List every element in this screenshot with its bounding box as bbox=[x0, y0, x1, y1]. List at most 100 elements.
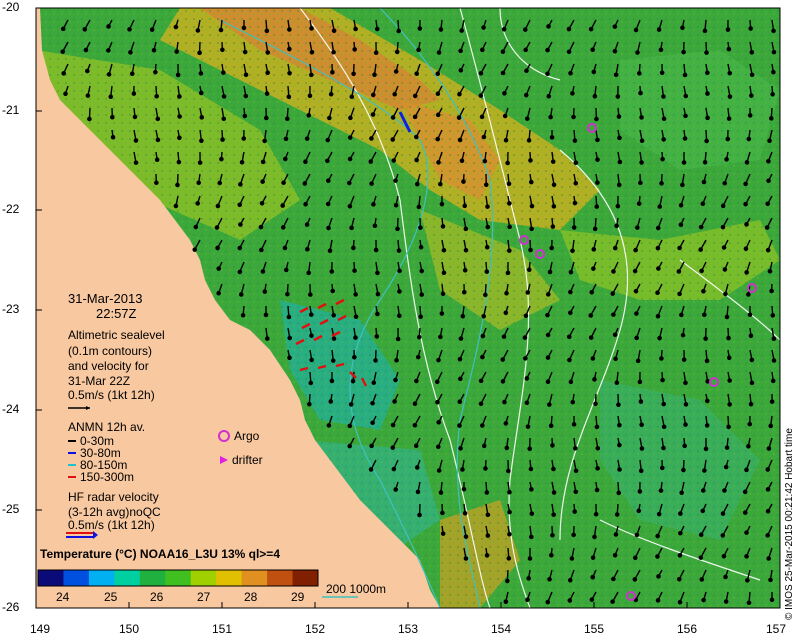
velocity-arrow-head bbox=[595, 445, 601, 451]
velocity-arrow-head bbox=[638, 468, 644, 474]
velocity-arrow-head bbox=[415, 489, 421, 495]
velocity-arrow-head bbox=[419, 292, 425, 297]
velocity-arrow-head bbox=[459, 158, 465, 164]
velocity-arrow-head bbox=[177, 94, 182, 99]
velocity-arrow-head bbox=[373, 358, 378, 363]
velocity-arrow-head bbox=[770, 313, 776, 318]
velocity-arrow-head bbox=[550, 532, 555, 538]
velocity-arrow-head bbox=[463, 226, 469, 232]
velocity-arrow-head bbox=[241, 136, 247, 141]
velocity-arrow-head bbox=[485, 224, 491, 230]
velocity-arrow-head bbox=[636, 201, 642, 206]
velocity-arrow-head bbox=[765, 508, 771, 514]
velocity-arrow-head bbox=[435, 71, 441, 77]
velocity-arrow-head bbox=[638, 399, 644, 404]
velocity-arrow-head bbox=[765, 247, 771, 253]
velocity-arrow-head bbox=[396, 28, 402, 34]
velocity-arrow-head bbox=[396, 248, 402, 253]
colorbar-tick: 29 bbox=[291, 590, 305, 604]
velocity-arrow-head bbox=[639, 422, 644, 428]
velocity-arrow-head bbox=[771, 28, 776, 34]
velocity-arrow-head bbox=[131, 91, 137, 96]
velocity-arrow-head bbox=[746, 292, 751, 297]
velocity-arrow-head bbox=[723, 574, 728, 580]
velocity-arrow-head bbox=[744, 554, 749, 559]
velocity-arrow-head bbox=[238, 292, 244, 297]
velocity-arrow-head bbox=[177, 114, 182, 119]
velocity-arrow-head bbox=[743, 181, 748, 187]
velocity-arrow-head bbox=[353, 314, 359, 320]
velocity-arrow-head bbox=[659, 70, 665, 76]
velocity-arrow-head bbox=[330, 288, 336, 294]
velocity-arrow-head bbox=[568, 310, 573, 316]
velocity-arrow-head bbox=[330, 69, 335, 75]
velocity-arrow-head bbox=[458, 336, 464, 341]
velocity-arrow-head bbox=[216, 290, 221, 296]
velocity-arrow-head bbox=[545, 599, 551, 605]
velocity-arrow-head bbox=[459, 28, 464, 33]
velocity-arrow-head bbox=[260, 179, 265, 184]
velocity-arrow-head bbox=[238, 222, 243, 227]
velocity-arrow-head bbox=[415, 354, 421, 360]
velocity-arrow-head bbox=[727, 94, 733, 99]
velocity-arrow-head bbox=[417, 512, 422, 518]
velocity-arrow-head bbox=[723, 464, 729, 470]
velocity-arrow-head bbox=[589, 597, 595, 602]
velocity-arrow-head bbox=[724, 157, 729, 162]
velocity-arrow-head bbox=[370, 420, 375, 426]
velocity-arrow-head bbox=[371, 202, 376, 207]
velocity-arrow-head bbox=[281, 180, 286, 186]
velocity-arrow-head bbox=[595, 157, 600, 162]
drifter-label: drifter bbox=[232, 453, 263, 467]
velocity-arrow-head bbox=[683, 380, 688, 386]
velocity-arrow-head bbox=[370, 112, 376, 117]
velocity-arrow-head bbox=[595, 180, 600, 185]
velocity-arrow-head bbox=[193, 224, 199, 230]
velocity-arrow-head bbox=[221, 94, 227, 99]
velocity-arrow-head bbox=[614, 380, 620, 385]
velocity-arrow-head bbox=[700, 201, 706, 207]
velocity-arrow-head bbox=[682, 136, 688, 141]
velocity-arrow-head bbox=[507, 248, 512, 253]
velocity-arrow-head bbox=[461, 179, 466, 184]
velocity-arrow-head bbox=[723, 599, 729, 604]
velocity-arrow-head bbox=[372, 72, 377, 78]
velocity-arrow-head bbox=[638, 180, 643, 186]
velocity-arrow-head bbox=[198, 71, 204, 76]
velocity-arrow-head bbox=[548, 552, 554, 558]
velocity-arrow-head bbox=[676, 269, 682, 274]
velocity-arrow-head bbox=[391, 158, 397, 163]
velocity-arrow-head bbox=[303, 201, 308, 207]
velocity-arrow-head bbox=[393, 487, 399, 492]
velocity-arrow-head bbox=[353, 335, 358, 340]
altimetry-legend-line: (0.1m contours) bbox=[68, 344, 153, 358]
velocity-arrow-head bbox=[547, 269, 553, 275]
velocity-arrow-head bbox=[528, 247, 533, 253]
velocity-arrow-head bbox=[419, 268, 425, 274]
velocity-arrow-head bbox=[331, 28, 337, 34]
map-date: 31-Mar-2013 bbox=[68, 291, 143, 306]
velocity-arrow-head bbox=[523, 313, 529, 319]
velocity-arrow-head bbox=[127, 27, 132, 32]
velocity-arrow-head bbox=[566, 49, 572, 55]
velocity-arrow-head bbox=[478, 401, 484, 407]
velocity-arrow-head bbox=[394, 357, 399, 363]
velocity-arrow-head bbox=[129, 71, 135, 77]
velocity-arrow-head bbox=[613, 356, 618, 362]
velocity-arrow-head bbox=[370, 92, 376, 98]
lon-label: 157 bbox=[765, 622, 787, 636]
velocity-arrow-head bbox=[220, 137, 225, 142]
velocity-arrow-head bbox=[237, 269, 243, 275]
velocity-arrow-head bbox=[414, 465, 420, 470]
velocity-arrow-head bbox=[744, 270, 749, 275]
velocity-arrow-head bbox=[679, 490, 684, 496]
velocity-arrow-head bbox=[568, 289, 573, 295]
velocity-arrow-head bbox=[545, 292, 551, 297]
velocity-arrow-head bbox=[460, 313, 466, 319]
velocity-arrow-head bbox=[702, 468, 707, 473]
velocity-arrow-head bbox=[478, 93, 484, 98]
velocity-arrow-head bbox=[264, 336, 270, 341]
velocity-arrow-head bbox=[435, 444, 441, 450]
velocity-arrow-head bbox=[375, 311, 380, 317]
velocity-arrow-head bbox=[617, 442, 622, 448]
